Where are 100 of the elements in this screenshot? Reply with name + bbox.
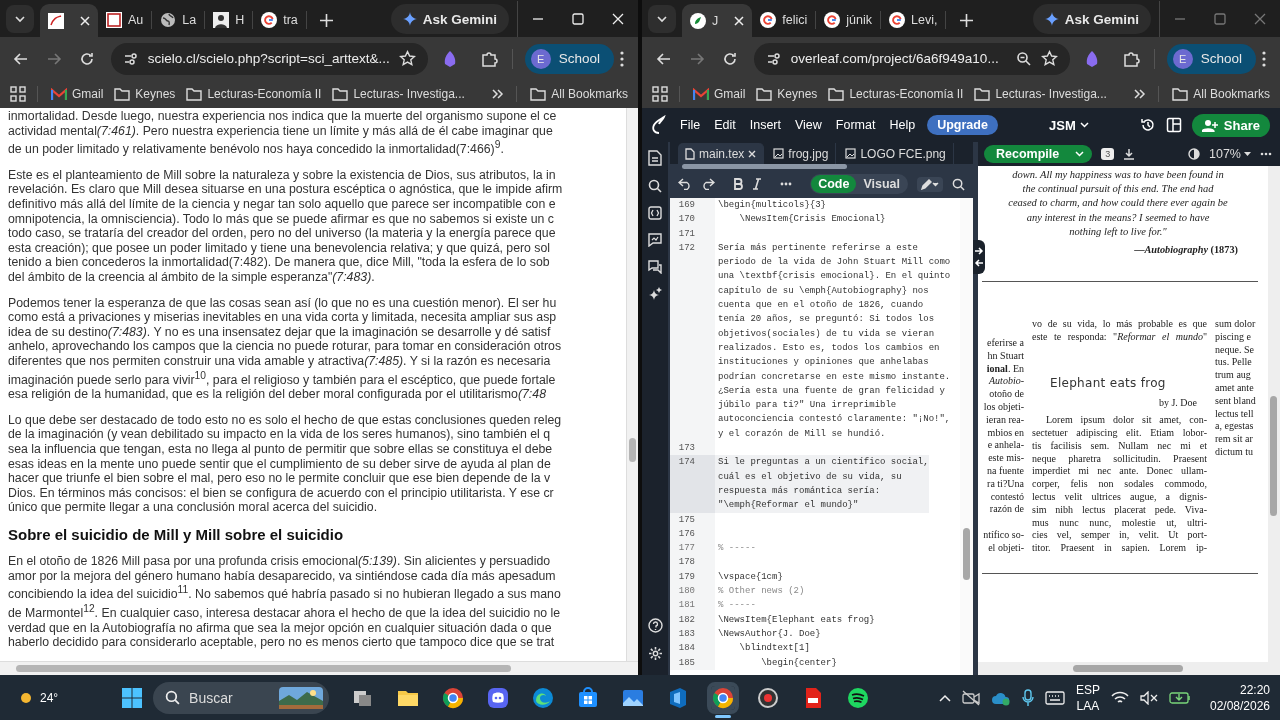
tab-scrollbar[interactable]	[670, 164, 973, 170]
discord-app-icon[interactable]	[486, 685, 511, 710]
zoom-select[interactable]: 107%	[1209, 147, 1251, 161]
puzzle-icon[interactable]	[479, 49, 498, 68]
project-menu[interactable]: JSM	[1049, 117, 1089, 133]
wifi-icon[interactable]	[1110, 690, 1129, 705]
browser-tab[interactable]: J	[682, 4, 753, 37]
review-icon[interactable]	[648, 233, 662, 247]
sparkle-icon[interactable]	[648, 287, 662, 301]
no-video-icon[interactable]	[961, 689, 980, 706]
scrollbar[interactable]	[960, 198, 973, 675]
address-bar[interactable]: scielo.cl/scielo.php?script=sci_arttext&...	[110, 42, 428, 75]
menu-item[interactable]: Edit	[712, 118, 738, 132]
history-icon[interactable]	[1139, 117, 1156, 133]
apps-grid-icon[interactable]	[652, 86, 668, 102]
bookmark[interactable]: Lecturas- Investiga...	[972, 87, 1109, 101]
edge-app-icon[interactable]	[531, 685, 556, 710]
scrollbar[interactable]	[626, 108, 638, 661]
bookmark[interactable]: Gmail	[691, 87, 748, 101]
browser-tab[interactable]: tra	[253, 11, 307, 29]
more-bookmarks-icon[interactable]	[1133, 88, 1148, 100]
apps-grid-icon[interactable]	[10, 86, 26, 102]
more-icon[interactable]	[1260, 152, 1272, 156]
mode-tab[interactable]: Visual	[856, 175, 907, 193]
gemini-button[interactable]: Ask Gemini	[390, 4, 509, 34]
horizontal-scrollbar[interactable]	[0, 661, 638, 675]
browser-tab[interactable]: La	[152, 11, 206, 29]
microphone-icon[interactable]	[1021, 688, 1034, 707]
bookmark[interactable]: Keynes	[754, 87, 820, 101]
bookmark-star-icon[interactable]	[398, 50, 416, 67]
bookmark[interactable]: Lecturas- Investiga...	[330, 87, 467, 101]
edit-mode-button[interactable]	[917, 176, 943, 192]
language-indicator[interactable]: ESP LAA	[1075, 681, 1100, 714]
menu-icon[interactable]	[1262, 50, 1266, 67]
clock[interactable]: 22:20 02/08/2026	[1209, 681, 1270, 714]
puzzle-icon[interactable]	[1121, 49, 1140, 68]
help-icon[interactable]	[647, 618, 663, 633]
all-bookmarks-button[interactable]: All Bookmarks	[1170, 87, 1272, 101]
browser-tab[interactable]: júnik	[816, 11, 881, 29]
layout-icon[interactable]	[1165, 117, 1182, 133]
browser-tab[interactable]: felici	[752, 11, 817, 29]
menu-item[interactable]: Insert	[747, 118, 783, 132]
recompile-button[interactable]: Recompile	[984, 145, 1093, 163]
weather-widget[interactable]: 24°	[18, 689, 59, 706]
upgrade-button[interactable]: Upgrade	[927, 115, 998, 135]
profile-button[interactable]: E School	[524, 43, 614, 74]
capture-app-icon[interactable]	[756, 685, 781, 710]
sync-arrows-icon[interactable]	[973, 240, 985, 274]
bookmark[interactable]: Lecturas-Economía II	[826, 87, 966, 101]
menu-item[interactable]: View	[792, 118, 824, 132]
zoom-icon[interactable]	[1015, 50, 1032, 67]
scrollbar[interactable]	[1268, 166, 1280, 662]
browser-tab[interactable]: H	[205, 11, 254, 29]
search-icon[interactable]	[952, 177, 965, 191]
browser-tab[interactable]: Au	[98, 11, 153, 29]
download-icon[interactable]	[1123, 148, 1136, 160]
keyboard-icon[interactable]	[1044, 690, 1065, 705]
mode-tab[interactable]: Code	[811, 175, 857, 193]
redo-icon[interactable]	[701, 178, 715, 190]
mute-icon[interactable]	[1139, 690, 1158, 705]
bookmark[interactable]: Keynes	[112, 87, 178, 101]
site-settings-icon[interactable]	[765, 50, 782, 67]
start-icon[interactable]	[122, 687, 143, 708]
all-bookmarks-button[interactable]: All Bookmarks	[528, 87, 630, 101]
bookmark-star-icon[interactable]	[1040, 50, 1058, 67]
undo-icon[interactable]	[678, 178, 692, 190]
menu-icon[interactable]	[620, 50, 624, 67]
horizontal-scrollbar[interactable]	[978, 662, 1280, 675]
menu-item[interactable]: File	[678, 118, 703, 132]
gemini-button[interactable]: Ask Gemini	[1032, 4, 1151, 34]
close-icon[interactable]	[80, 15, 90, 26]
close-icon[interactable]	[734, 15, 745, 26]
bold-icon[interactable]	[733, 178, 744, 190]
code-editor[interactable]	[670, 198, 973, 675]
file-icon[interactable]	[648, 150, 662, 166]
chrome-app-icon[interactable]	[441, 685, 466, 710]
browser-tab[interactable]	[40, 4, 98, 37]
site-settings-icon[interactable]	[122, 50, 139, 67]
file-tab[interactable]: main.tex	[678, 143, 765, 164]
tab-search-button[interactable]	[648, 5, 676, 33]
browser-tab[interactable]: Levi,	[881, 11, 947, 29]
bookmark[interactable]: Lecturas-Economía II	[184, 87, 324, 101]
address-bar[interactable]: overleaf.com/project/6a6f949a10...	[753, 42, 1070, 75]
chat-icon[interactable]	[648, 260, 662, 274]
more-bookmarks-icon[interactable]	[491, 88, 506, 100]
outline-icon[interactable]	[648, 206, 662, 220]
menu-item[interactable]: Format	[833, 118, 878, 132]
profile-button[interactable]: E School	[1166, 43, 1256, 74]
search-icon[interactable]	[648, 179, 662, 193]
italic-icon[interactable]	[752, 178, 763, 190]
leaf-logo-icon[interactable]	[650, 115, 668, 135]
menu-item[interactable]: Help	[887, 118, 918, 132]
contrast-icon[interactable]	[1188, 148, 1200, 160]
battery-icon[interactable]	[1168, 690, 1191, 705]
more-icon[interactable]	[780, 182, 793, 186]
bookmark[interactable]: Gmail	[49, 87, 106, 101]
logs-badge[interactable]: 3	[1101, 148, 1115, 160]
chevron-up-icon[interactable]	[938, 693, 951, 702]
share-button[interactable]: Share	[1191, 113, 1270, 137]
settings-icon[interactable]	[647, 646, 663, 661]
